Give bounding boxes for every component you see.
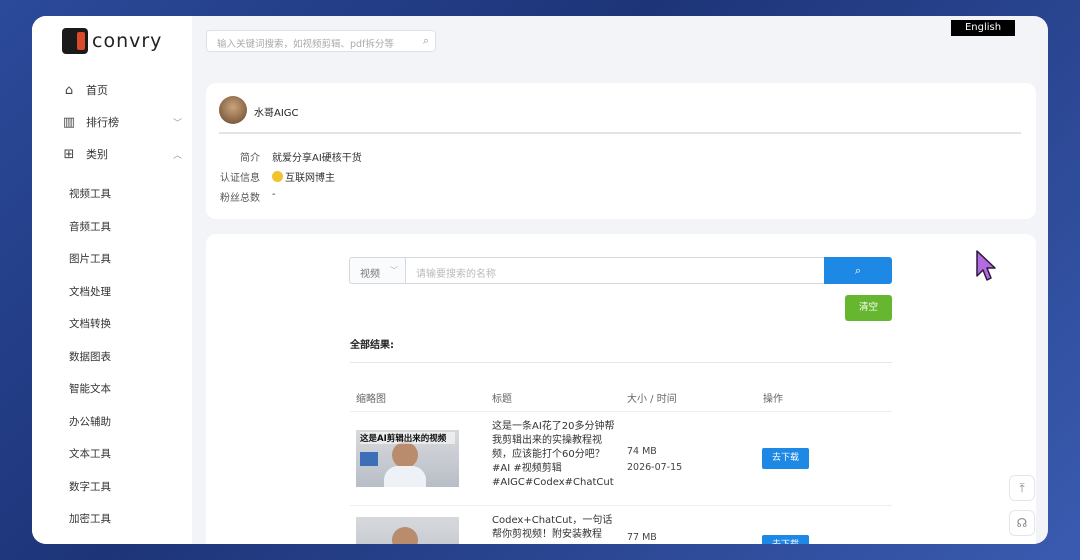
video-title[interactable]: Codex+ChatCut，一句话帮你剪视频！附安装教程#AI#A	[492, 514, 616, 544]
language-button[interactable]: English	[951, 20, 1015, 36]
sidebar-subitem-doc-convert[interactable]: 文档转换	[69, 316, 111, 331]
chevron-up-icon: ︿	[172, 150, 182, 161]
intro-value: 就爱分享AI硬核干货	[272, 153, 362, 164]
mouse-cursor-icon	[976, 250, 996, 281]
global-search-input[interactable]: 输入关键词搜索，如视频剪辑、pdf拆分等 ⌕	[206, 30, 436, 52]
sidebar-subitem-number[interactable]: 数字工具	[69, 479, 111, 494]
thumbnail-shirt	[384, 466, 426, 487]
video-thumbnail[interactable]	[356, 517, 459, 544]
verified-badge-icon	[272, 171, 283, 182]
sidebar-item-label: 首页	[86, 84, 108, 97]
name-search-placeholder: 请输要搜索的名称	[416, 269, 496, 280]
sidebar-subitem-charts[interactable]: 数据图表	[69, 349, 111, 364]
sidebar-item-label: 类别	[86, 148, 108, 161]
arrow-up-icon: ⤒	[1019, 481, 1025, 495]
sidebar-subitem-doc-process[interactable]: 文档处理	[69, 284, 111, 299]
cert-value: 互联网博主	[285, 173, 335, 184]
sidebar-item-ranking[interactable]: ▥ 排行榜 ﹀	[62, 114, 182, 130]
thumbnail-screen	[360, 452, 378, 466]
logo-text: convry	[92, 30, 163, 52]
sidebar-subitem-encrypt[interactable]: 加密工具	[69, 511, 111, 526]
chevron-down-icon: ﹀	[390, 266, 398, 275]
fans-label: 粉丝总数	[220, 193, 260, 204]
sidebar-subitem-image[interactable]: 图片工具	[69, 251, 111, 266]
global-search-placeholder: 输入关键词搜索，如视频剪辑、pdf拆分等	[217, 39, 394, 50]
row-divider	[350, 505, 892, 506]
video-size: 77 MB	[627, 532, 657, 543]
download-button[interactable]: 去下载	[762, 535, 809, 544]
divider	[219, 132, 1021, 134]
video-size: 74 MB	[627, 446, 657, 457]
column-header-size-time: 大小 / 时间	[627, 394, 677, 405]
profile-name: 水哥AIGC	[254, 108, 299, 119]
search-button[interactable]: ⌕	[824, 257, 892, 284]
avatar	[219, 96, 247, 124]
sidebar-subitem-smart-text[interactable]: 智能文本	[69, 381, 111, 396]
logo-mark-icon	[62, 28, 88, 54]
results-card: 视频 ﹀ 请输要搜索的名称 ⌕ 清空 全部结果: 缩略图 标题 大小 / 时间 …	[206, 234, 1036, 544]
type-select[interactable]: 视频 ﹀	[349, 257, 405, 284]
column-header-thumbnail: 缩略图	[356, 394, 386, 405]
grid-icon: ⊞	[63, 146, 75, 162]
back-to-top-button[interactable]: ⤒	[1009, 475, 1035, 501]
sidebar-item-category[interactable]: ⊞ 类别 ︿	[62, 146, 182, 162]
profile-card: 水哥AIGC 简介 就爱分享AI硬核干货 认证信息 互联网博主 粉丝总数 -	[206, 83, 1036, 219]
sidebar-subitem-video[interactable]: 视频工具	[69, 186, 111, 201]
sidebar-item-home[interactable]: ⌂ 首页	[62, 82, 182, 98]
sidebar-subitem-office[interactable]: 办公辅助	[69, 414, 111, 429]
sidebar-subitem-audio[interactable]: 音频工具	[69, 219, 111, 234]
search-icon[interactable]: ⌕	[423, 34, 429, 48]
search-icon: ⌕	[854, 264, 862, 277]
thumbnail-caption: 这是AI剪辑出来的视频	[360, 432, 455, 444]
bar-chart-icon: ▥	[62, 114, 76, 130]
row-divider	[350, 411, 892, 412]
thumbnail-person	[392, 442, 418, 468]
results-label: 全部结果:	[350, 340, 394, 351]
video-thumbnail[interactable]: 这是AI剪辑出来的视频	[356, 430, 459, 487]
intro-label: 简介	[240, 153, 260, 164]
logo[interactable]: convry	[62, 28, 162, 54]
column-header-title: 标题	[492, 394, 512, 405]
type-select-value: 视频	[360, 269, 380, 280]
name-search-input[interactable]: 请输要搜索的名称	[405, 257, 825, 284]
clear-button[interactable]: 清空	[845, 295, 892, 321]
cert-label: 认证信息	[220, 173, 260, 184]
cert-value-wrap: 互联网博主	[272, 169, 335, 184]
sidebar-item-label: 排行榜	[86, 116, 119, 129]
sidebar: convry ⌂ 首页 ▥ 排行榜 ﹀ ⊞ 类别 ︿ 视频工具 音频工具 图片工…	[32, 16, 192, 544]
fans-value: -	[272, 189, 276, 200]
download-button[interactable]: 去下载	[762, 448, 809, 469]
video-title[interactable]: 这是一条AI花了20多分钟帮我剪辑出来的实操教程视频，应该能打个60分吧？#AI…	[492, 420, 616, 490]
divider	[350, 362, 892, 363]
app-window: convry ⌂ 首页 ▥ 排行榜 ﹀ ⊞ 类别 ︿ 视频工具 音频工具 图片工…	[32, 16, 1048, 544]
video-date: 2026-07-15	[627, 462, 683, 473]
customer-service-button[interactable]: ☊	[1009, 510, 1035, 536]
thumbnail-person	[392, 527, 418, 544]
home-icon: ⌂	[64, 82, 74, 98]
sidebar-subitem-text[interactable]: 文本工具	[69, 446, 111, 461]
chevron-down-icon: ﹀	[172, 118, 182, 129]
column-header-action: 操作	[763, 394, 783, 405]
headset-icon: ☊	[1016, 516, 1028, 530]
